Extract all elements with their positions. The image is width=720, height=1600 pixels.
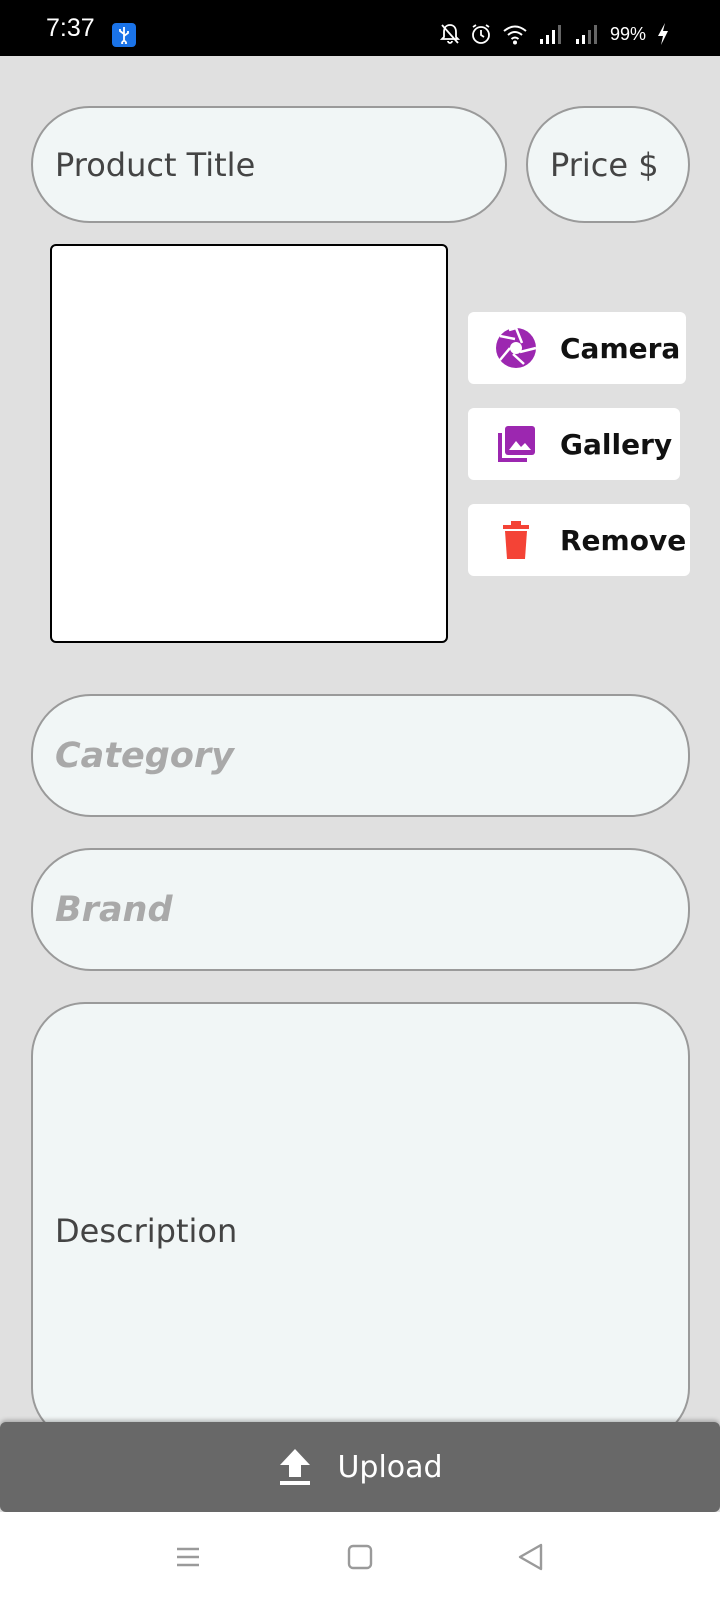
charging-icon — [658, 23, 668, 45]
category-field[interactable]: Category — [31, 694, 690, 817]
bell-off-icon — [439, 24, 460, 44]
navigation-bar — [0, 1512, 720, 1600]
wifi-icon — [503, 25, 527, 45]
home-icon[interactable] — [343, 1540, 377, 1574]
signal-icon — [575, 25, 597, 44]
price-placeholder: Price $ — [550, 146, 659, 184]
category-hint: Category — [55, 736, 234, 776]
image-preview — [50, 244, 448, 643]
upload-label: Upload — [337, 1449, 443, 1485]
product-title-placeholder: Product Title — [55, 146, 256, 184]
remove-label: Remove — [560, 523, 687, 557]
status-time: 7:37 — [46, 14, 95, 42]
description-field[interactable]: Description — [31, 1002, 690, 1442]
menu-icon[interactable] — [171, 1540, 205, 1574]
gallery-button[interactable]: Gallery — [468, 408, 680, 480]
status-icons: 99% — [439, 22, 670, 46]
back-icon[interactable] — [514, 1540, 548, 1574]
usb-icon — [112, 23, 136, 47]
camera-icon — [494, 326, 538, 370]
signal-icon — [539, 25, 561, 44]
remove-button[interactable]: Remove — [468, 504, 690, 576]
upload-icon — [277, 1447, 313, 1487]
description-placeholder: Description — [55, 1212, 238, 1250]
trash-icon — [494, 518, 538, 562]
status-bar: 7:37 99% — [0, 0, 720, 56]
gallery-icon — [494, 422, 538, 466]
alarm-icon — [472, 24, 490, 44]
gallery-label: Gallery — [560, 427, 673, 461]
camera-button[interactable]: Camera — [468, 312, 686, 384]
price-field[interactable]: Price $ — [526, 106, 690, 223]
brand-field[interactable]: Brand — [31, 848, 690, 971]
camera-label: Camera — [560, 331, 681, 365]
brand-hint: Brand — [55, 890, 173, 930]
product-title-field[interactable]: Product Title — [31, 106, 507, 223]
battery-level: 99% — [609, 23, 646, 44]
upload-button[interactable]: Upload — [0, 1422, 720, 1512]
